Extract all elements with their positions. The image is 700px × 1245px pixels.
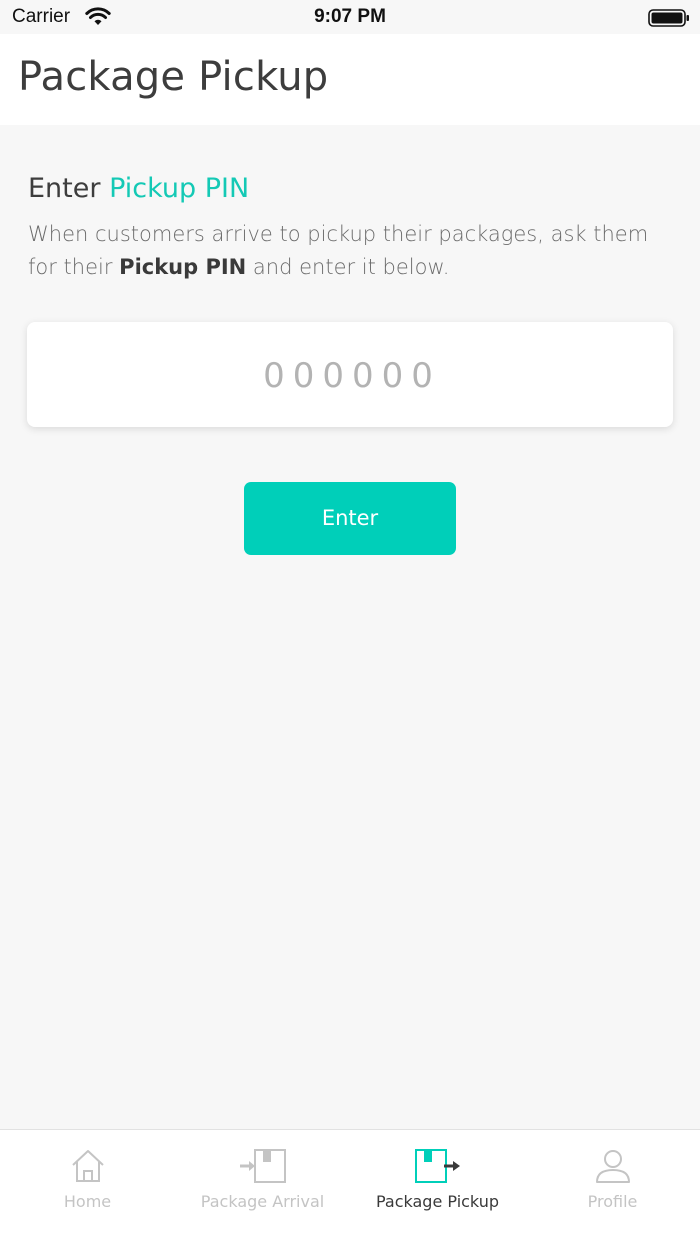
tab-bar: Home Package Arrival Package Pickup Prof… [0, 1129, 700, 1245]
tab-package-arrival[interactable]: Package Arrival [175, 1130, 350, 1245]
package-arrival-icon [239, 1149, 286, 1183]
status-bar: Carrier 9:07 PM [0, 0, 700, 34]
package-pickup-icon [414, 1149, 460, 1183]
battery-icon [648, 9, 689, 27]
tab-label-package-pickup: Package Pickup [375, 1192, 499, 1211]
pin-card [27, 322, 677, 429]
pin-input[interactable] [27, 322, 677, 429]
instructions-text: When customers arrive to pickup their pa… [28, 218, 678, 284]
tab-home[interactable]: Home [0, 1130, 175, 1245]
status-time: 9:07 PM [314, 6, 386, 27]
tab-label-home: Home [63, 1192, 112, 1211]
tab-label-package-arrival: Package Arrival [200, 1192, 325, 1211]
section-heading: Enter Pickup PIN [28, 173, 249, 204]
instructions-part2: and enter it below. [246, 255, 450, 279]
tab-profile[interactable]: Profile [525, 1130, 700, 1245]
tab-package-pickup[interactable]: Package Pickup [350, 1130, 525, 1245]
enter-button[interactable]: Enter [244, 482, 456, 555]
nav-header: Package Pickup [0, 34, 700, 125]
profile-icon [595, 1150, 630, 1183]
page-title: Package Pickup [18, 54, 329, 100]
heading-prefix: Enter [28, 173, 101, 204]
instructions-bold: Pickup PIN [119, 255, 247, 279]
tab-label-profile: Profile [587, 1192, 638, 1211]
heading-accent: Pickup PIN [109, 173, 250, 204]
home-icon [71, 1150, 104, 1182]
